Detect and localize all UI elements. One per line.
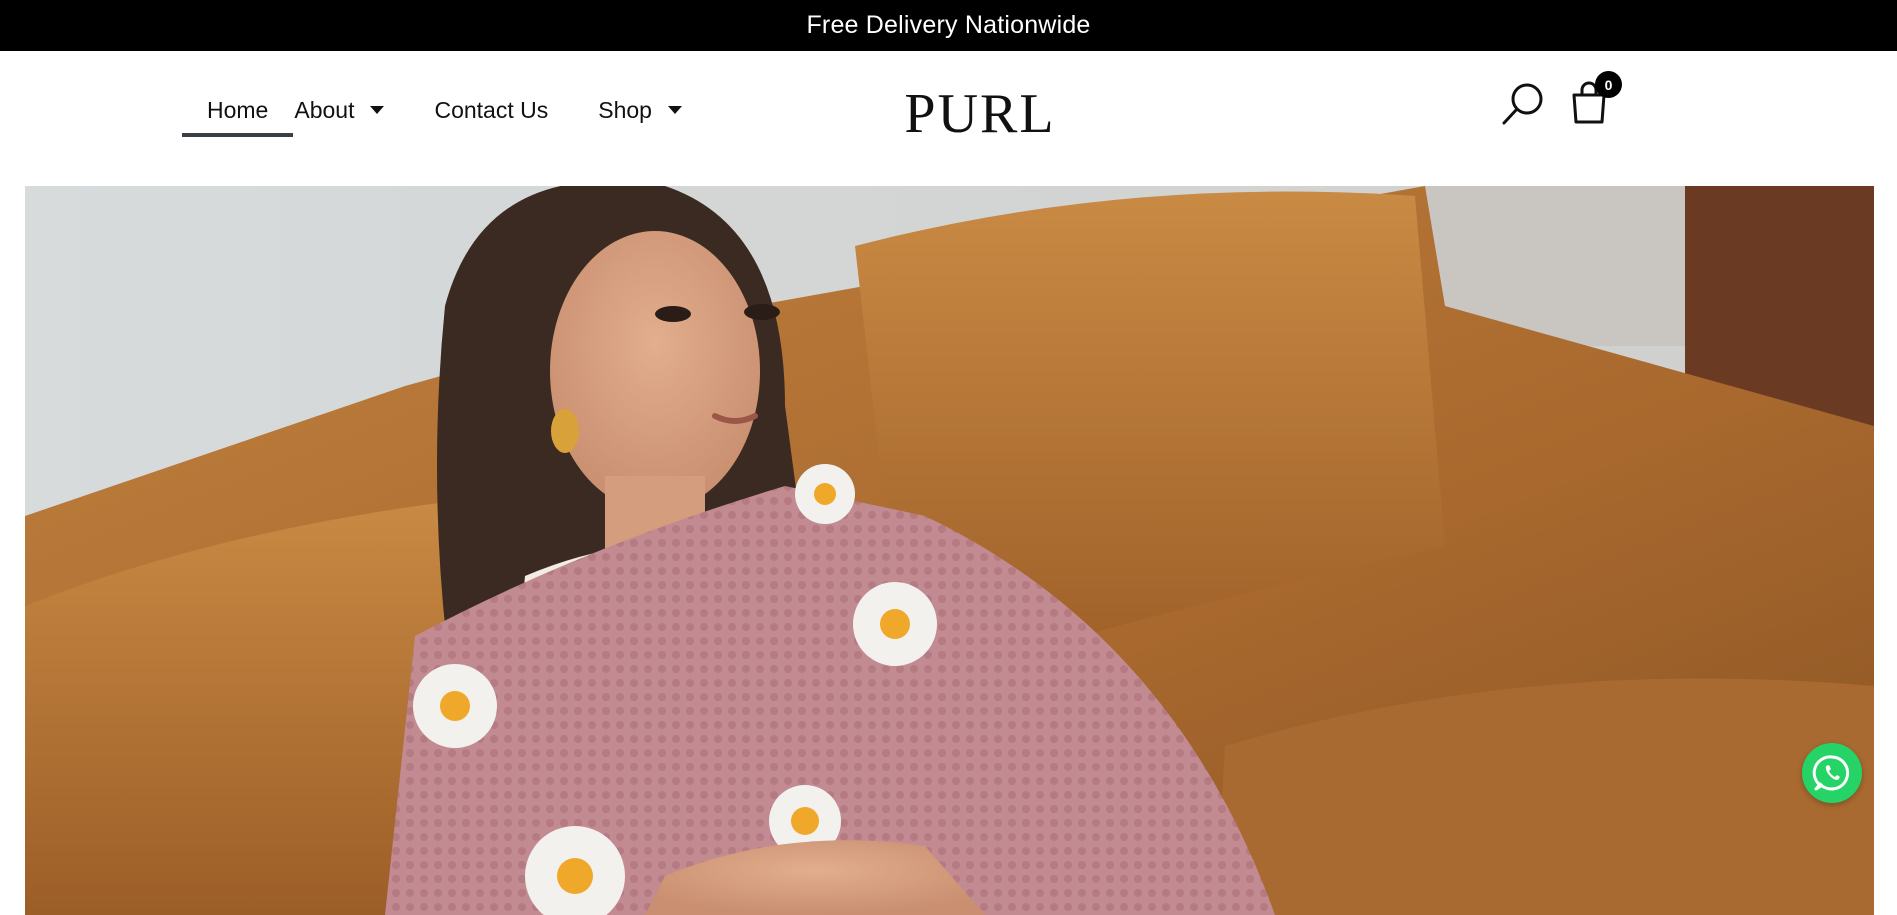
site-header: Home About Contact Us Shop PURL 0 — [0, 51, 1897, 186]
announcement-text: Free Delivery Nationwide — [806, 11, 1091, 39]
nav-item-about[interactable]: About — [293, 85, 404, 135]
whatsapp-icon — [1812, 755, 1850, 791]
brand-logo[interactable]: PURL — [895, 79, 1065, 149]
nav-item-contact[interactable]: Contact Us — [434, 85, 548, 135]
nav-item-contact-label: Contact Us — [434, 96, 549, 123]
main-nav: Home About Contact Us Shop — [182, 85, 682, 137]
caret-down-icon[interactable] — [667, 106, 682, 114]
brand-logo-text: PURL — [904, 83, 1056, 145]
nav-item-home-label: Home — [207, 96, 269, 123]
cart-count-badge: 0 — [1595, 71, 1622, 98]
caret-down-icon[interactable] — [370, 106, 385, 114]
nav-item-about-label: About — [294, 96, 355, 123]
whatsapp-chat-button[interactable] — [1802, 743, 1862, 803]
hero-image — [25, 186, 1874, 915]
announcement-bar: Free Delivery Nationwide — [0, 0, 1897, 51]
nav-item-shop-label: Shop — [598, 96, 652, 123]
search-icon[interactable] — [1500, 81, 1546, 127]
cart-count: 0 — [1604, 76, 1613, 93]
nav-item-shop[interactable]: Shop — [598, 85, 682, 135]
nav-item-home[interactable]: Home — [182, 85, 294, 137]
